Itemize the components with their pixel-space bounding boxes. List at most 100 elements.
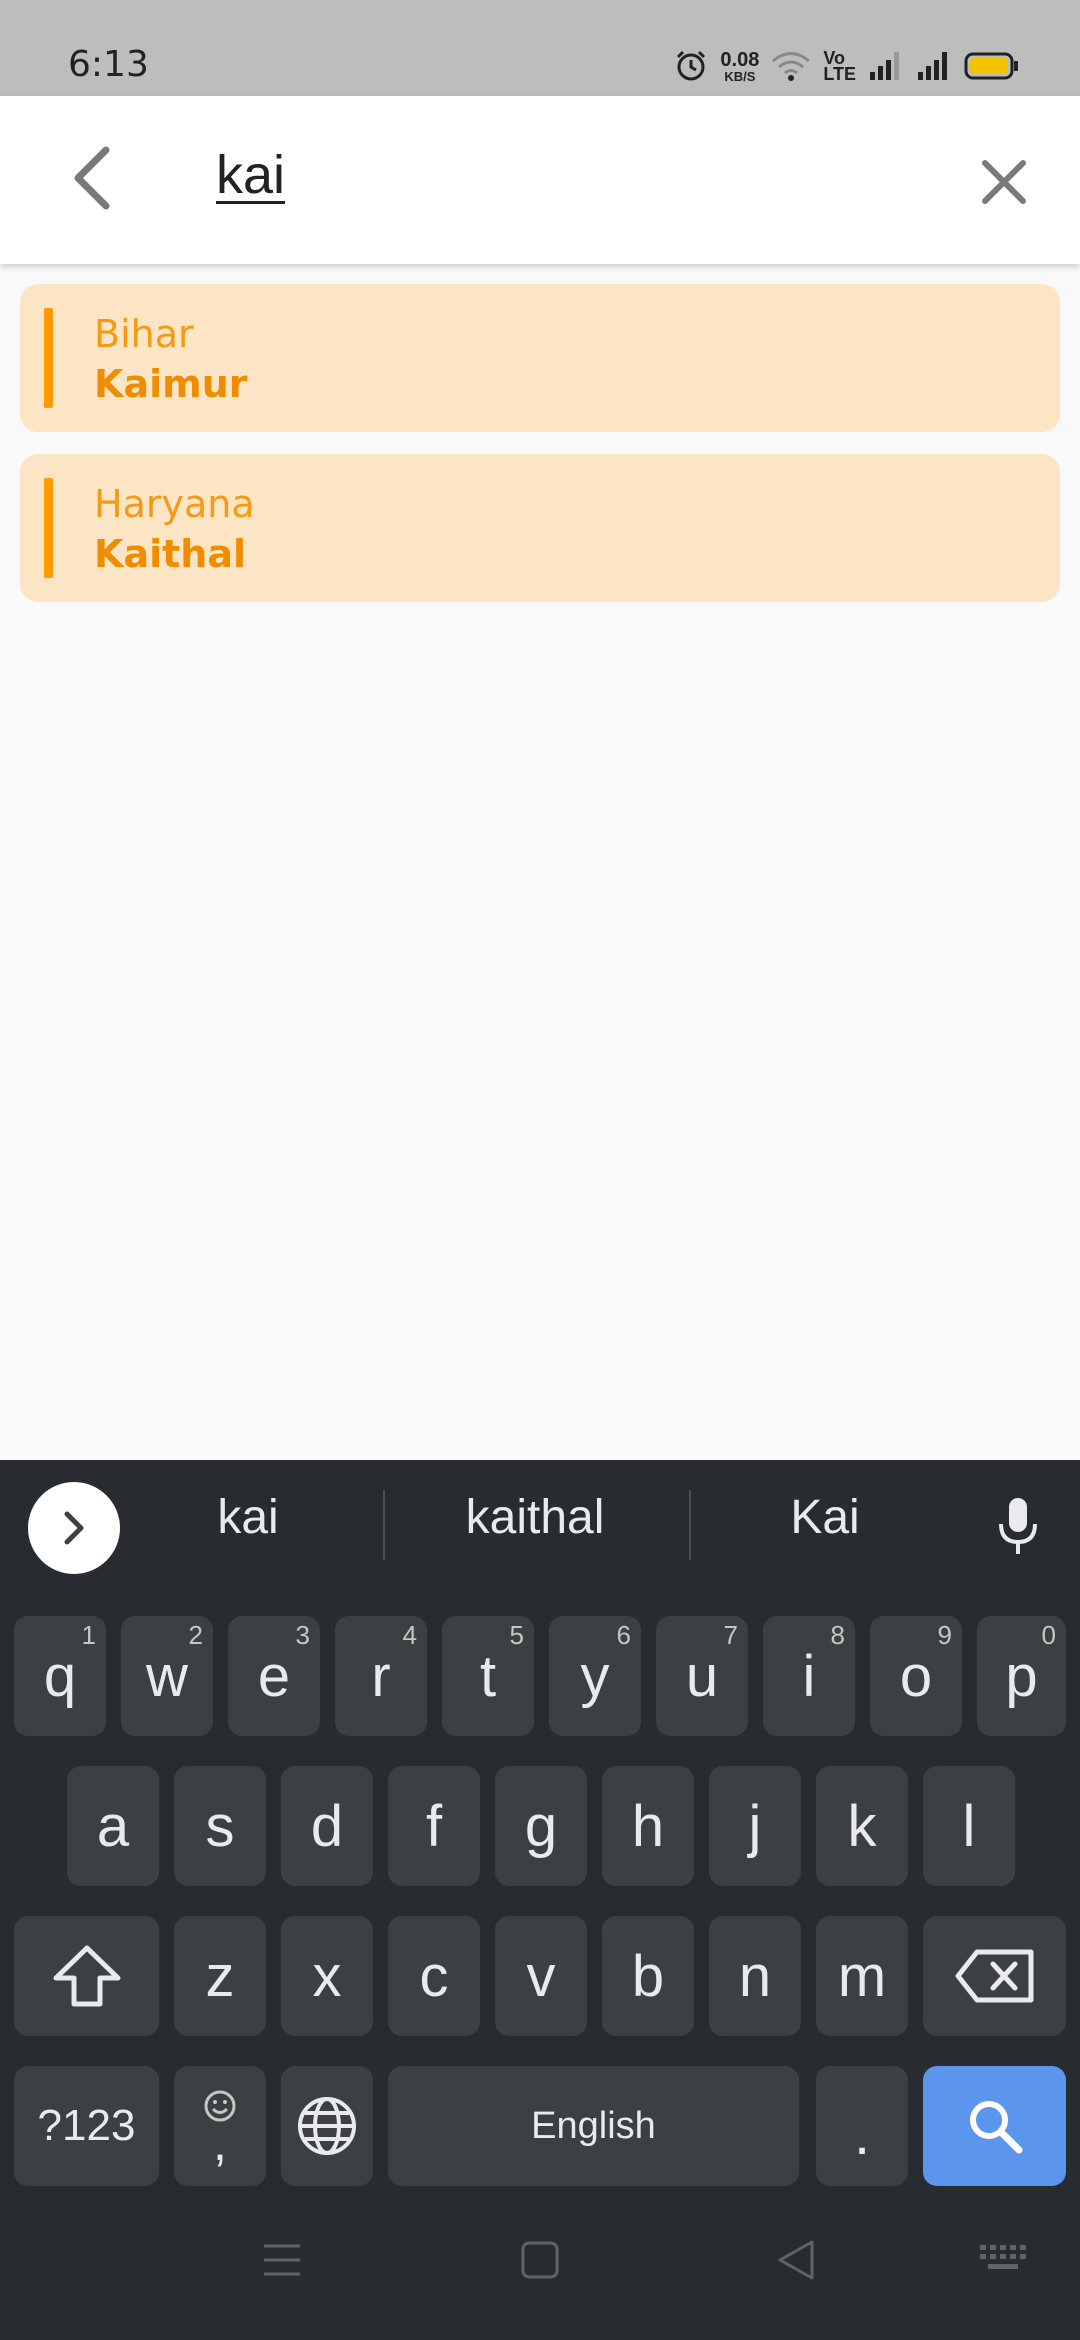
key-q[interactable]: q1 — [14, 1616, 106, 1736]
key-p[interactable]: p0 — [977, 1616, 1066, 1736]
key-t[interactable]: t5 — [442, 1616, 534, 1736]
triangle-back-icon — [778, 2240, 814, 2280]
key-label: m — [837, 1943, 887, 2009]
language-key[interactable] — [281, 2066, 373, 2186]
key-label: , — [213, 2115, 227, 2171]
key-hint: 3 — [295, 1620, 310, 1650]
accent-bar — [44, 308, 53, 408]
microphone-icon — [999, 1498, 1037, 1554]
volte-icon: Vo LTE — [823, 49, 856, 84]
key-u[interactable]: u7 — [656, 1616, 748, 1736]
key-hint: 0 — [1041, 1620, 1056, 1650]
key-o[interactable]: o9 — [870, 1616, 962, 1736]
key-hint: 5 — [509, 1620, 524, 1650]
key-hint: 1 — [81, 1620, 96, 1650]
close-icon — [982, 160, 1026, 204]
key-k[interactable]: k — [816, 1766, 908, 1886]
key-y[interactable]: y6 — [549, 1616, 641, 1736]
key-label: English — [531, 2104, 656, 2147]
result-district: Kaithal — [94, 532, 246, 576]
key-c[interactable]: c — [388, 1916, 480, 2036]
clear-search-button[interactable] — [964, 142, 1044, 222]
volte-label-bottom: LTE — [823, 64, 856, 84]
expand-toolbar-button[interactable] — [28, 1482, 120, 1574]
suggestion-item[interactable]: Kai — [745, 1490, 905, 1545]
key-label: s — [205, 1793, 235, 1859]
key-label: h — [631, 1793, 665, 1859]
key-label: c — [419, 1943, 449, 2009]
key-label: . — [853, 2102, 871, 2167]
space-key[interactable]: English — [388, 2066, 799, 2186]
key-hint: 7 — [723, 1620, 738, 1650]
emoji-comma-key[interactable]: , — [174, 2066, 266, 2186]
key-label: g — [524, 1793, 558, 1859]
result-district: Kaimur — [94, 362, 248, 406]
key-x[interactable]: x — [281, 1916, 373, 2036]
menu-icon — [264, 2244, 300, 2276]
key-label: l — [962, 1793, 976, 1859]
key-m[interactable]: m — [816, 1916, 908, 2036]
key-d[interactable]: d — [281, 1766, 373, 1886]
result-item[interactable]: Haryana Kaithal — [20, 454, 1060, 602]
key-hint: 9 — [937, 1620, 952, 1650]
key-label: y — [580, 1643, 610, 1709]
result-item[interactable]: Bihar Kaimur — [20, 284, 1060, 432]
key-label: u — [685, 1643, 719, 1709]
key-label: j — [748, 1793, 762, 1859]
search-action-key[interactable] — [923, 2066, 1066, 2186]
symbols-key[interactable]: ?123 — [14, 2066, 159, 2186]
key-a[interactable]: a — [67, 1766, 159, 1886]
key-label: e — [257, 1643, 291, 1709]
navigation-bar — [0, 2180, 1080, 2340]
key-z[interactable]: z — [174, 1916, 266, 2036]
keyboard-icon — [980, 2245, 1026, 2269]
result-state: Haryana — [94, 482, 255, 526]
key-w[interactable]: w2 — [121, 1616, 213, 1736]
suggestion-divider — [689, 1490, 691, 1560]
key-n[interactable]: n — [709, 1916, 801, 2036]
search-results-list: Bihar Kaimur Haryana Kaithal — [20, 284, 1060, 624]
back-nav-button[interactable] — [756, 2220, 836, 2300]
menu-nav-button[interactable] — [242, 2220, 322, 2300]
key-g[interactable]: g — [495, 1766, 587, 1886]
key-f[interactable]: f — [388, 1766, 480, 1886]
search-input[interactable]: kai — [216, 144, 285, 206]
key-label: z — [205, 1943, 235, 2009]
search-app-bar: kai — [0, 96, 1080, 264]
status-time: 6:13 — [68, 44, 149, 85]
result-state: Bihar — [94, 312, 194, 356]
key-hint: 6 — [616, 1620, 631, 1650]
key-label: r — [371, 1643, 391, 1709]
backspace-key[interactable] — [923, 1916, 1066, 2036]
voice-input-button[interactable] — [978, 1486, 1058, 1566]
signal-icon — [918, 52, 947, 80]
key-v[interactable]: v — [495, 1916, 587, 2036]
back-button[interactable] — [52, 138, 132, 218]
key-label: ?123 — [37, 2101, 136, 2150]
key-i[interactable]: i8 — [763, 1616, 855, 1736]
home-nav-button[interactable] — [500, 2220, 580, 2300]
key-label: k — [847, 1793, 877, 1859]
key-label: v — [526, 1943, 556, 2009]
key-label: o — [899, 1643, 933, 1709]
net-speed-value: 0.08 — [720, 48, 760, 71]
key-r[interactable]: r4 — [335, 1616, 427, 1736]
key-e[interactable]: e3 — [228, 1616, 320, 1736]
key-hint: 8 — [830, 1620, 845, 1650]
net-speed-unit: KB/S — [724, 68, 756, 84]
signal-icon — [870, 52, 899, 80]
key-l[interactable]: l — [923, 1766, 1015, 1886]
alarm-icon — [677, 50, 706, 81]
key-j[interactable]: j — [709, 1766, 801, 1886]
keyboard-switch-button[interactable] — [964, 2220, 1044, 2300]
key-b[interactable]: b — [602, 1916, 694, 2036]
period-key[interactable]: . — [816, 2066, 908, 2186]
key-s[interactable]: s — [174, 1766, 266, 1886]
status-bar: 6:13 0.08 KB/S Vo LTE — [0, 0, 1080, 96]
battery-icon — [964, 52, 1018, 80]
key-h[interactable]: h — [602, 1766, 694, 1886]
suggestion-item[interactable]: kai — [168, 1490, 328, 1545]
key-label: i — [802, 1643, 816, 1709]
shift-key[interactable] — [14, 1916, 159, 2036]
suggestion-item[interactable]: kaithal — [420, 1490, 650, 1545]
